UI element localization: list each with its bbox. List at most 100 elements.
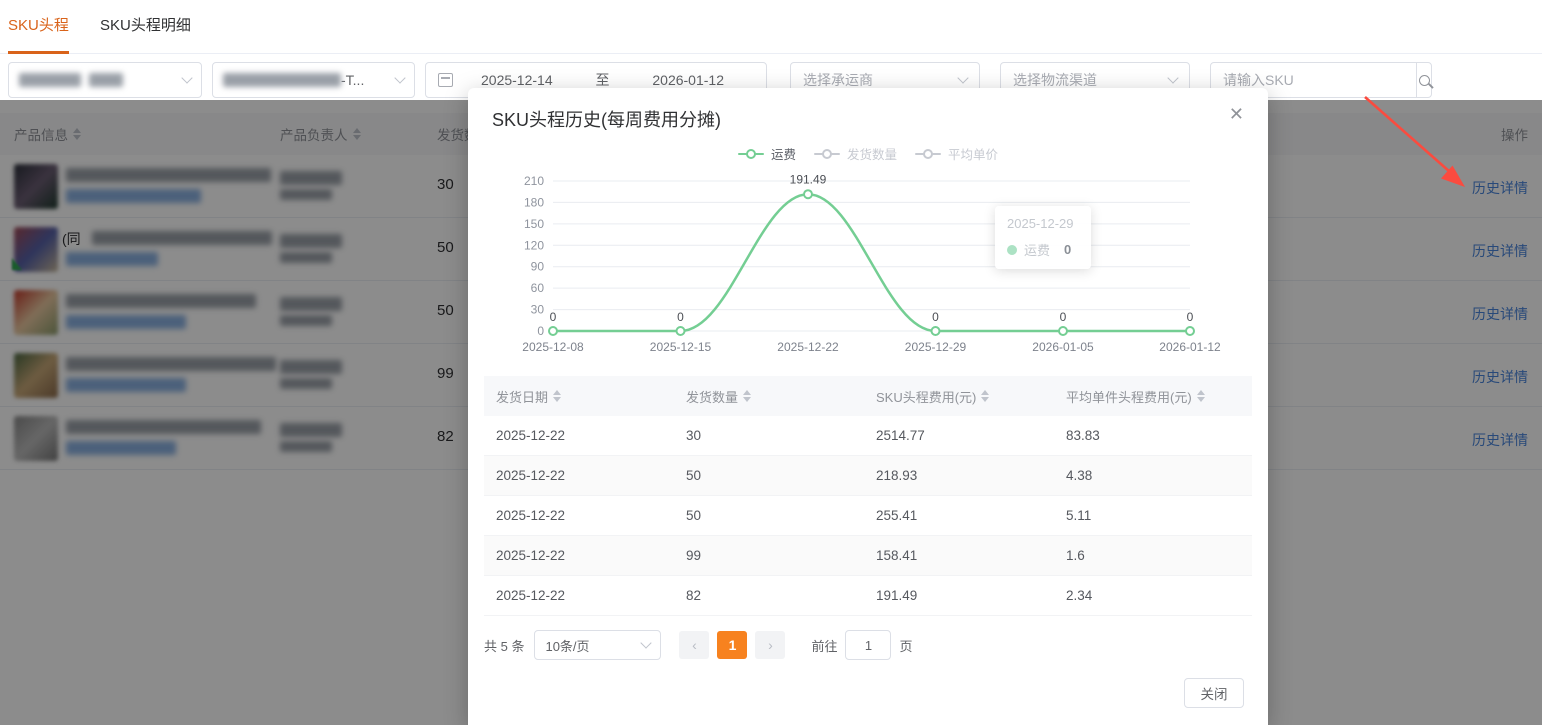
close-icon[interactable]: ✕	[1225, 100, 1248, 129]
svg-text:0: 0	[1187, 310, 1194, 324]
channel-placeholder: 选择物流渠道	[1013, 72, 1097, 88]
page: SKU头程 SKU头程明细 -T... 2025-12-14 至 2026-01…	[0, 0, 1542, 725]
svg-text:150: 150	[524, 217, 544, 231]
svg-text:180: 180	[524, 195, 544, 209]
chart-legend: 运费 发货数量 平均单价	[468, 144, 1268, 163]
tooltip-series: 运费	[1024, 243, 1051, 258]
goto-unit: 页	[899, 638, 913, 654]
date-separator: 至	[595, 72, 610, 88]
cell-ship-date: 2025-12-22	[496, 588, 566, 603]
blurred-select-value	[223, 73, 341, 87]
svg-text:0: 0	[537, 324, 544, 338]
sort-icon[interactable]	[1196, 390, 1205, 402]
store-select[interactable]	[8, 62, 202, 98]
col-ship-qty[interactable]: 发货数量	[674, 387, 864, 406]
chart-tooltip: 2025-12-29 运费 0	[995, 206, 1091, 269]
svg-text:2025-12-22: 2025-12-22	[777, 340, 839, 354]
svg-text:2025-12-08: 2025-12-08	[522, 340, 584, 354]
blurred-select-value	[19, 73, 81, 87]
next-page-button[interactable]: ›	[755, 631, 786, 659]
tab-bar: SKU头程 SKU头程明细	[0, 0, 1542, 54]
carrier-placeholder: 选择承运商	[803, 72, 873, 88]
tooltip-date: 2025-12-29	[1007, 216, 1074, 231]
data-point	[1185, 326, 1195, 336]
line-series-icon	[915, 148, 941, 160]
cell-avg-fee: 4.38	[1066, 468, 1093, 483]
svg-text:90: 90	[531, 260, 545, 274]
cell-fee: 255.41	[876, 508, 918, 523]
svg-text:210: 210	[524, 174, 544, 188]
series-dot-icon	[1007, 244, 1017, 255]
product-select[interactable]: -T...	[212, 62, 415, 98]
history-table-header: 发货日期 发货数量 SKU头程费用(元) 平均单件头程费用(元)	[484, 376, 1252, 416]
table-row: 2025-12-22 30 2514.77 83.83	[484, 416, 1252, 456]
goto-label: 前往	[811, 638, 838, 654]
page-size-select[interactable]: 10条/页	[534, 630, 662, 660]
data-point	[548, 326, 558, 336]
goto-page-input[interactable]	[845, 630, 892, 660]
cell-ship-date: 2025-12-22	[496, 548, 566, 563]
svg-text:0: 0	[677, 310, 684, 324]
svg-text:2026-01-05: 2026-01-05	[1032, 340, 1094, 354]
sort-icon[interactable]	[981, 390, 990, 402]
line-chart: 0 30 60 90 120 150 180 210 2025-12-08 20…	[522, 173, 1221, 355]
sort-icon[interactable]	[743, 390, 752, 402]
table-row: 2025-12-22 82 191.49 2.34	[484, 576, 1252, 616]
svg-text:2025-12-15: 2025-12-15	[650, 340, 712, 354]
chevron-down-icon	[1167, 71, 1179, 84]
series-line-freight	[551, 192, 1192, 333]
pagination-total: 共 5 条	[484, 638, 525, 654]
table-row: 2025-12-22 50 218.93 4.38	[484, 456, 1252, 496]
cell-ship-date: 2025-12-22	[496, 428, 566, 443]
cell-ship-qty: 50	[686, 468, 702, 483]
cell-fee: 218.93	[876, 468, 918, 483]
svg-text:0: 0	[550, 310, 557, 324]
blurred-select-value	[89, 73, 123, 87]
cell-fee: 2514.77	[876, 428, 925, 443]
data-point	[930, 326, 941, 336]
chevron-down-icon	[181, 71, 193, 84]
data-point	[803, 189, 813, 200]
chevron-down-icon	[394, 71, 406, 84]
col-ship-date[interactable]: 发货日期	[484, 387, 674, 406]
table-row: 2025-12-22 50 255.41 5.11	[484, 496, 1252, 536]
history-table: 发货日期 发货数量 SKU头程费用(元) 平均单件头程费用(元) 2025-12…	[484, 376, 1252, 616]
tab-sku-first-leg[interactable]: SKU头程	[8, 0, 69, 54]
col-first-leg-fee[interactable]: SKU头程费用(元)	[864, 387, 1054, 406]
sort-icon[interactable]	[553, 390, 562, 402]
cell-ship-qty: 30	[686, 428, 702, 443]
cell-avg-fee: 83.83	[1066, 428, 1100, 443]
data-point	[675, 326, 686, 336]
search-button[interactable]	[1416, 63, 1431, 97]
sku-history-modal: SKU头程历史(每周费用分摊) ✕ 运费 发货数量 平均单价 0 30 60 9…	[468, 88, 1268, 725]
legend-item-avg-price[interactable]: 平均单价	[915, 144, 998, 163]
select-value-fragment: -T...	[341, 72, 365, 88]
col-avg-unit-fee[interactable]: 平均单件头程费用(元)	[1054, 387, 1252, 406]
cell-avg-fee: 2.34	[1066, 588, 1093, 603]
cell-fee: 191.49	[876, 588, 918, 603]
chevron-down-icon	[640, 636, 653, 649]
legend-item-ship-qty[interactable]: 发货数量	[813, 144, 897, 163]
cell-ship-qty: 50	[686, 508, 702, 523]
search-icon	[1418, 74, 1430, 86]
legend-item-freight[interactable]: 运费	[737, 144, 796, 163]
cell-ship-qty: 99	[686, 548, 702, 563]
close-button[interactable]: 关闭	[1184, 678, 1244, 708]
line-series-icon	[813, 148, 840, 160]
tab-sku-first-leg-detail[interactable]: SKU头程明细	[100, 0, 191, 54]
svg-text:2025-12-29: 2025-12-29	[905, 340, 967, 354]
date-end[interactable]: 2026-01-12	[652, 72, 724, 88]
svg-text:30: 30	[531, 303, 545, 317]
chevron-down-icon	[957, 71, 969, 84]
cell-avg-fee: 5.11	[1066, 508, 1092, 523]
prev-page-button[interactable]: ‹	[679, 631, 710, 659]
cell-ship-date: 2025-12-22	[496, 468, 566, 483]
svg-text:2026-01-12: 2026-01-12	[1159, 340, 1221, 354]
svg-text:191.49: 191.49	[790, 173, 827, 187]
cell-avg-fee: 1.6	[1066, 548, 1085, 563]
svg-text:0: 0	[1060, 310, 1067, 324]
svg-text:120: 120	[524, 238, 544, 252]
modal-title: SKU头程历史(每周费用分摊)	[492, 110, 721, 130]
current-page-button[interactable]: 1	[717, 631, 748, 659]
date-start[interactable]: 2025-12-14	[481, 72, 553, 88]
